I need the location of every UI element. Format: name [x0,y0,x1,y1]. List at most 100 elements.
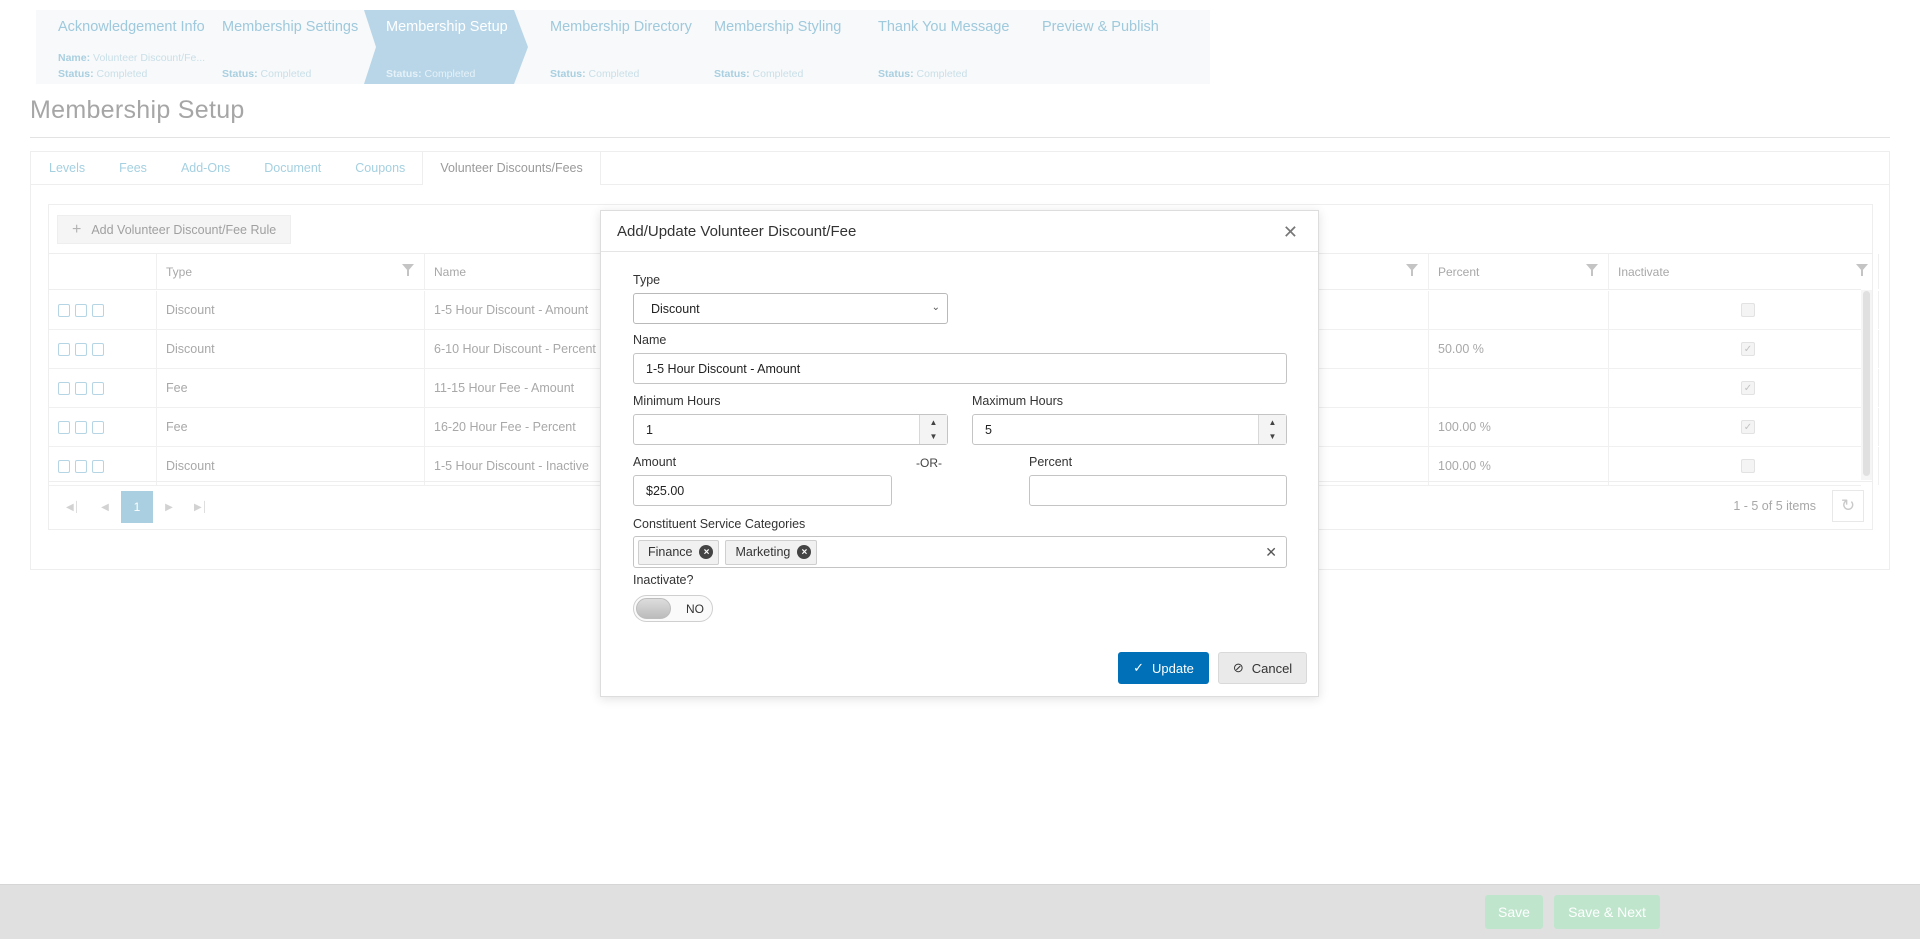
save-button[interactable]: Save [1485,895,1543,929]
header-type[interactable]: Type [157,254,425,289]
wizard-step-membership-directory[interactable]: Membership Directory Status: Completed [528,10,692,84]
add-volunteer-rule-button[interactable]: + Add Volunteer Discount/Fee Rule [57,215,292,244]
amount-field-value: $25.00 [646,483,685,498]
inactive-checkbox[interactable]: ✓ [1741,420,1755,434]
name-label: Name [633,333,667,347]
percent-field[interactable] [1029,475,1287,506]
page-number-button[interactable]: 1 [121,491,153,523]
amount-field[interactable]: $25.00 [633,475,892,506]
tab-add-ons[interactable]: Add-Ons [164,152,247,184]
toggle-state-label: NO [686,602,704,616]
edit-icon[interactable] [58,381,70,395]
tab-strip: Levels Fees Add-Ons Document Coupons Vol… [31,152,1889,185]
toggle-knob [636,598,671,619]
bottom-action-bar: Save Save & Next [0,884,1920,939]
step-status-value: Completed [752,68,804,80]
increment-icon[interactable]: ▲ [920,415,947,430]
header-inactivate-label: Inactivate [1618,264,1670,279]
delete-icon[interactable] [75,459,87,473]
prev-page-button[interactable]: ◀ [89,491,121,523]
add-button-label: Add Volunteer Discount/Fee Rule [91,222,277,237]
decrement-icon[interactable]: ▼ [1259,430,1286,445]
next-page-button[interactable]: ▶ [153,491,185,523]
type-select[interactable]: Discount ⌄ [633,293,948,324]
copy-icon[interactable] [92,420,104,434]
clear-icon[interactable]: ✕ [1265,544,1277,561]
inactive-checkbox[interactable]: ✓ [1741,342,1755,356]
chip-label: Finance [648,545,693,559]
wizard-step-membership-setup[interactable]: Membership Setup Status: Completed [364,10,528,84]
delete-icon[interactable] [75,342,87,356]
plus-icon: + [72,220,82,238]
tab-coupons[interactable]: Coupons [338,152,422,184]
categories-multiselect[interactable]: Finance × Marketing × ✕ [633,536,1287,568]
maximum-hours-label: Maximum Hours [972,394,1063,408]
increment-icon[interactable]: ▲ [1259,415,1286,430]
delete-icon[interactable] [75,303,87,317]
filter-icon[interactable] [1586,264,1598,276]
remove-chip-icon[interactable]: × [699,545,714,559]
cancel-button[interactable]: ⊘ Cancel [1218,652,1307,684]
cell-type: Fee [157,369,425,407]
filter-icon[interactable] [1856,264,1868,276]
refresh-icon[interactable]: ↻ [1832,490,1864,522]
step-status-label: Status: [878,68,914,80]
row-actions [49,330,157,368]
inactivate-toggle[interactable]: NO [633,595,713,622]
copy-icon[interactable] [92,381,104,395]
remove-chip-icon[interactable]: × [797,545,812,559]
amount-label: Amount [633,455,677,469]
delete-icon[interactable] [75,381,87,395]
maximum-hours-stepper[interactable]: 5 ▲ ▼ [972,414,1287,445]
name-field[interactable]: 1-5 Hour Discount - Amount [633,353,1287,384]
tab-fees[interactable]: Fees [102,152,164,184]
chevron-down-icon: ⌄ [931,302,940,313]
wizard-step-membership-settings[interactable]: Membership Settings Status: Completed [200,10,364,84]
grid-scrollbar[interactable] [1861,290,1872,480]
wizard-step-title: Membership Settings [222,19,359,35]
wizard-step-thank-you-message[interactable]: Thank You Message Status: Completed [856,10,1020,84]
save-next-button[interactable]: Save & Next [1554,895,1660,929]
minimum-hours-stepper[interactable]: 1 ▲ ▼ [633,414,948,445]
first-page-button[interactable]: ◀│ [57,491,89,523]
last-page-button[interactable]: ▶│ [185,491,217,523]
inactive-checkbox[interactable]: ✓ [1741,381,1755,395]
wizard-step-preview-publish[interactable]: Preview & Publish [1020,10,1184,84]
cell-percent [1429,369,1609,407]
cell-type: Discount [157,447,425,485]
pager-info: 1 - 5 of 5 items [1733,499,1816,513]
copy-icon[interactable] [92,303,104,317]
edit-icon[interactable] [58,342,70,356]
delete-icon[interactable] [75,420,87,434]
copy-icon[interactable] [92,459,104,473]
page-title: Membership Setup [30,96,245,124]
inactive-checkbox[interactable] [1741,303,1755,317]
step-status-value: Completed [424,68,476,80]
edit-icon[interactable] [58,459,70,473]
edit-icon[interactable] [58,420,70,434]
tab-document[interactable]: Document [247,152,338,184]
filter-icon[interactable] [402,264,414,276]
header-percent[interactable]: Percent [1429,254,1609,289]
wizard-step-acknowledgement-info[interactable]: Acknowledgement Info Name: Volunteer Dis… [36,10,205,84]
cell-inactivate: ✓ [1609,330,1879,368]
update-button[interactable]: ✓ Update [1118,652,1209,684]
tab-levels[interactable]: Levels [32,152,102,184]
dialog-header: Add/Update Volunteer Discount/Fee ✕ [601,211,1318,252]
step-status-label: Status: [714,68,750,80]
cancel-button-label: Cancel [1251,660,1293,676]
decrement-icon[interactable]: ▼ [920,430,947,445]
copy-icon[interactable] [92,342,104,356]
wizard-step-membership-styling[interactable]: Membership Styling Status: Completed [692,10,856,84]
filter-icon[interactable] [1406,264,1418,276]
edit-icon[interactable] [58,303,70,317]
header-inactivate[interactable]: Inactivate [1609,254,1879,289]
tab-volunteer-discounts-fees[interactable]: Volunteer Discounts/Fees [422,152,601,185]
inactive-checkbox[interactable] [1741,459,1755,473]
step-status-label: Status: [58,68,94,80]
percent-label: Percent [1029,455,1073,469]
cancel-icon: ⊘ [1232,660,1244,675]
scrollbar-thumb[interactable] [1863,291,1870,476]
row-actions [49,369,157,407]
close-icon[interactable]: ✕ [1283,222,1298,243]
